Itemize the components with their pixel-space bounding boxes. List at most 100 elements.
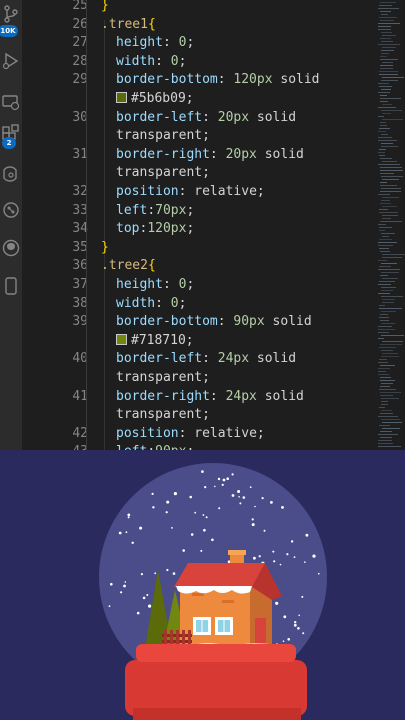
code-line[interactable]: transparent; [116,369,210,387]
minimap-line [380,221,402,222]
minimap-line [381,176,403,177]
snowflake [182,549,185,552]
code-line[interactable]: .tree2{ [101,257,156,275]
snowflake [254,505,256,508]
code-editor[interactable]: 10K 2 25 26 27 28 29 30 31 32 33 34 35 36 37 38 39 40 41… [0,0,405,450]
snowflake [140,573,143,576]
code-line[interactable]: .tree1{ [101,16,156,34]
minimap-line [381,335,404,336]
code-line[interactable]: border-right: 24px solid [116,388,304,406]
code-line[interactable]: left:70px; [116,202,194,220]
minimap-line [381,290,393,291]
minimap-line [381,134,388,135]
code-line[interactable]: transparent; [116,127,210,145]
minimap-line [379,308,402,309]
minimap-line [382,422,402,423]
code-line[interactable]: transparent; [116,406,210,424]
snowflake [238,496,240,498]
code-line[interactable]: border-bottom: 120px solid [116,71,320,89]
code-content[interactable]: } .tree1{height: 0; width: 0; border-bottom… [0,0,376,450]
snowflake [142,596,146,600]
minimap-line [378,152,385,153]
color-swatch[interactable] [116,92,127,103]
minimap-line [380,2,396,3]
snowflake [263,529,266,532]
minimap-line [381,143,393,144]
minimap-line [379,281,395,282]
color-swatch[interactable] [116,334,127,345]
snowflake [239,502,242,505]
minimap-line [382,62,393,63]
minimap-line [379,17,397,18]
code-line[interactable]: width: 0; [116,295,186,313]
snowflake [118,531,122,535]
code-line[interactable]: position: relative; [116,425,265,443]
snowflake [201,470,204,473]
code-line[interactable]: border-right: 20px solid [116,146,304,164]
minimap-line [380,392,401,393]
minimap-line [380,431,392,432]
minimap-line [378,368,390,369]
code-line[interactable]: } [101,0,109,15]
code-line[interactable]: #5b6b09; [116,90,194,108]
code-line[interactable]: transparent; [116,164,210,182]
minimap-line [378,26,391,27]
code-line[interactable]: } [101,239,109,257]
snowflake [297,627,300,630]
snowflake [194,511,197,514]
code-line[interactable]: position: relative; [116,183,265,201]
code-line[interactable]: height: 0; [116,276,194,294]
minimap-line [380,167,402,168]
minimap-line [381,200,390,201]
snowflake [204,486,207,489]
minimap-line [380,182,387,183]
snowflake [272,550,275,553]
code-line[interactable]: #718710; [116,332,194,350]
minimap-line [378,116,384,117]
minimap-line [378,137,392,138]
code-line[interactable]: height: 0; [116,34,194,52]
minimap-line [382,104,392,105]
house-door [255,618,266,644]
code-line[interactable]: border-left: 24px solid [116,350,296,368]
snowflake [205,516,208,519]
minimap-line [382,278,398,279]
snowflake [286,553,289,556]
minimap-line [380,170,403,171]
snowflake [237,490,241,493]
minimap-line [382,206,397,207]
minimap-line [382,35,396,36]
minimap-line [382,353,398,354]
snowflake [273,560,276,563]
snowflake [131,541,134,544]
minimap[interactable] [376,0,405,450]
minimap-line [378,44,400,45]
minimap-line [381,323,395,324]
minimap-line [379,74,398,75]
snowflake [253,556,256,560]
code-line[interactable]: left:90px; [116,443,194,450]
minimap-line [382,215,398,216]
minimap-line [382,341,403,342]
minimap-line [380,38,391,39]
minimap-line [378,242,397,243]
snowflake [200,549,203,552]
code-line[interactable]: width: 0; [116,53,186,71]
code-line[interactable]: top:120px; [116,220,194,238]
minimap-line [381,398,399,399]
snowflake [222,478,226,482]
snowflake [171,527,173,529]
snowflake [304,561,306,563]
minimap-line [380,365,395,366]
snowflake [151,492,154,495]
minimap-line [378,362,388,363]
minimap-line [381,410,392,411]
minimap-line [380,413,393,414]
minimap-line [380,251,390,252]
minimap-line [381,263,397,264]
code-line[interactable]: border-left: 20px solid [116,109,296,127]
code-line[interactable]: border-bottom: 90px solid [116,313,312,331]
minimap-line [380,437,392,438]
snowflake [249,486,252,489]
globe-base [125,660,307,716]
